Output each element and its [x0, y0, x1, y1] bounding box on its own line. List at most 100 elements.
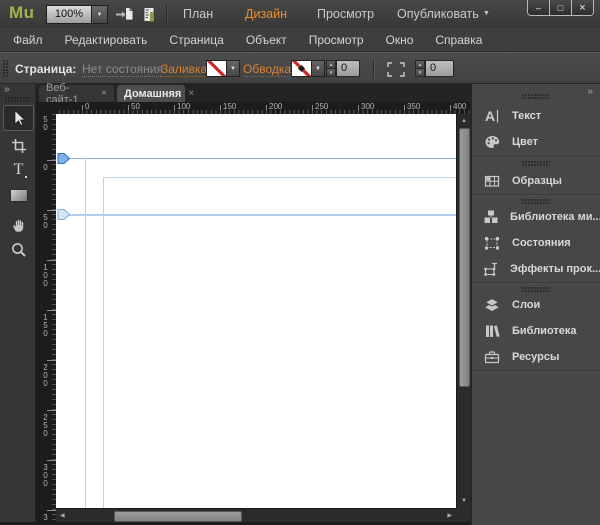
menu-window[interactable]: Окно: [375, 33, 425, 47]
selection-tool-button[interactable]: [3, 105, 34, 131]
minimize-button[interactable]: –: [528, 0, 549, 15]
panel-item-states[interactable]: Состояния: [472, 230, 600, 256]
panel-group-grip[interactable]: [522, 94, 550, 99]
stepper-down-icon[interactable]: ▼: [326, 69, 336, 77]
zoom-level-value[interactable]: 100%: [46, 5, 92, 24]
view-plan-button[interactable]: План: [183, 7, 213, 21]
panel-item-label: Ресурсы: [512, 351, 559, 363]
stroke-width-field[interactable]: 0: [336, 60, 360, 77]
scroll-right-icon[interactable]: ▶: [447, 512, 452, 519]
horizontal-ruler[interactable]: 0 50 100 150 200 250 300 350 400: [36, 102, 470, 114]
panel-item-library[interactable]: Библиотека: [472, 318, 600, 344]
page-properties-icon[interactable]: [139, 5, 159, 23]
stroke-swatch-control[interactable]: ▼: [291, 60, 325, 77]
panel-group-grip[interactable]: [522, 161, 550, 166]
view-preview-button[interactable]: Просмотр: [317, 7, 374, 21]
collapse-panel-icon[interactable]: »: [4, 84, 10, 95]
zoom-tool-button[interactable]: [3, 237, 34, 263]
guide-header-bottom[interactable]: [68, 214, 456, 216]
stepper-up-icon[interactable]: ▲: [415, 60, 425, 69]
panel-item-assets[interactable]: Ресурсы: [472, 344, 600, 370]
menu-object[interactable]: Объект: [235, 33, 298, 47]
ruler-mark: 250: [41, 413, 50, 437]
publish-button[interactable]: Опубликовать: [397, 7, 479, 21]
rectangle-tool-button[interactable]: [3, 182, 34, 208]
text-tool-button[interactable]: T: [3, 157, 34, 183]
vertical-scrollbar-thumb[interactable]: [459, 128, 470, 387]
scroll-effects-icon: [483, 260, 499, 278]
ruler-mark: 100: [177, 102, 190, 111]
panel-item-label: Состояния: [512, 237, 571, 249]
guide-handle-header[interactable]: [57, 209, 70, 220]
tab-close-icon[interactable]: ×: [188, 88, 194, 99]
panel-item-label: Слои: [512, 299, 540, 311]
stroke-dropdown-icon[interactable]: ▼: [312, 60, 325, 77]
control-bar-grip[interactable]: [3, 60, 8, 78]
guide-margin-left[interactable]: [103, 177, 104, 508]
fill-none-swatch[interactable]: [206, 60, 227, 77]
zoom-level-select[interactable]: 100% ▼: [46, 5, 108, 22]
layers-icon: [483, 296, 501, 314]
vertical-scrollbar[interactable]: ▲ ▼: [456, 114, 470, 508]
fill-label-link[interactable]: Заливка:: [161, 62, 211, 77]
panel-item-swatches[interactable]: Образцы: [472, 168, 600, 194]
states-icon: [483, 234, 501, 252]
vertical-ruler[interactable]: 50 0 50 100 150 200 250 300 350: [36, 114, 56, 522]
corner-radius-field[interactable]: 0: [425, 60, 454, 77]
panel-item-scroll-effects[interactable]: Эффекты прок...: [472, 256, 600, 282]
new-page-icon[interactable]: [115, 5, 135, 23]
guide-margin-top[interactable]: [103, 177, 456, 178]
guide-handle-top[interactable]: [57, 153, 70, 164]
corner-radius-stepper[interactable]: ▲ ▼: [415, 60, 425, 77]
design-canvas[interactable]: [56, 114, 456, 508]
ruler-mark: 350: [407, 102, 420, 111]
page-state-link[interactable]: Нет состояния: [82, 62, 163, 77]
expand-panels-icon[interactable]: »: [587, 86, 593, 97]
maximize-button[interactable]: □: [549, 0, 571, 15]
scroll-left-icon[interactable]: ◀: [60, 512, 65, 519]
crop-tool-button[interactable]: [3, 133, 34, 159]
ruler-mark: 200: [41, 363, 50, 387]
swatches-icon: [483, 172, 501, 190]
document-tab-bar: Веб-сайт-1 × Домашняя ×: [36, 84, 470, 102]
stroke-diamond-icon: [298, 65, 305, 72]
stepper-up-icon[interactable]: ▲: [326, 60, 336, 69]
panel-item-layers[interactable]: Слои: [472, 292, 600, 318]
menu-help[interactable]: Справка: [424, 33, 493, 47]
app-logo: Mu: [9, 3, 35, 23]
tab-website-1[interactable]: Веб-сайт-1 ×: [39, 85, 114, 102]
menu-file[interactable]: Файл: [2, 33, 54, 47]
view-design-button[interactable]: Дизайн: [245, 7, 287, 21]
guide-page-top[interactable]: [68, 158, 456, 159]
scroll-up-icon[interactable]: ▲: [461, 118, 467, 124]
horizontal-scrollbar-thumb[interactable]: [114, 511, 242, 522]
menu-page[interactable]: Страница: [158, 33, 234, 47]
close-button[interactable]: ×: [571, 0, 593, 15]
ruler-mark: 50: [41, 213, 50, 229]
text-tool-dot: [25, 176, 27, 178]
panel-item-text[interactable]: A Текст: [472, 103, 600, 129]
stroke-width-stepper[interactable]: ▲ ▼: [326, 60, 336, 77]
fill-swatch-control[interactable]: ▼: [206, 60, 240, 77]
guide-page-left[interactable]: [85, 158, 86, 508]
stroke-label-link[interactable]: Обводка:: [243, 62, 294, 77]
tab-close-icon[interactable]: ×: [101, 88, 107, 99]
menu-view[interactable]: Просмотр: [298, 33, 375, 47]
publish-caret-icon[interactable]: ▼: [483, 10, 490, 17]
ruler-mark: 400: [453, 102, 466, 111]
panel-item-widgets-library[interactable]: Библиотека ми...: [472, 204, 600, 230]
hand-tool-button[interactable]: [3, 212, 34, 238]
panel-divider: [472, 194, 600, 196]
panel-item-color[interactable]: Цвет: [472, 129, 600, 155]
stroke-none-swatch[interactable]: [291, 60, 312, 77]
tools-panel-grip[interactable]: [5, 97, 30, 102]
stepper-down-icon[interactable]: ▼: [415, 69, 425, 77]
scroll-down-icon[interactable]: ▼: [461, 498, 467, 504]
tab-home[interactable]: Домашняя ×: [117, 85, 185, 102]
menu-edit[interactable]: Редактировать: [54, 33, 159, 47]
chevron-down-icon[interactable]: ▼: [92, 5, 108, 24]
horizontal-scrollbar[interactable]: ◀ ▶: [56, 508, 456, 522]
corner-radius-icon[interactable]: [385, 60, 407, 78]
ruler-mark: 200: [269, 102, 282, 111]
fill-dropdown-icon[interactable]: ▼: [227, 60, 240, 77]
